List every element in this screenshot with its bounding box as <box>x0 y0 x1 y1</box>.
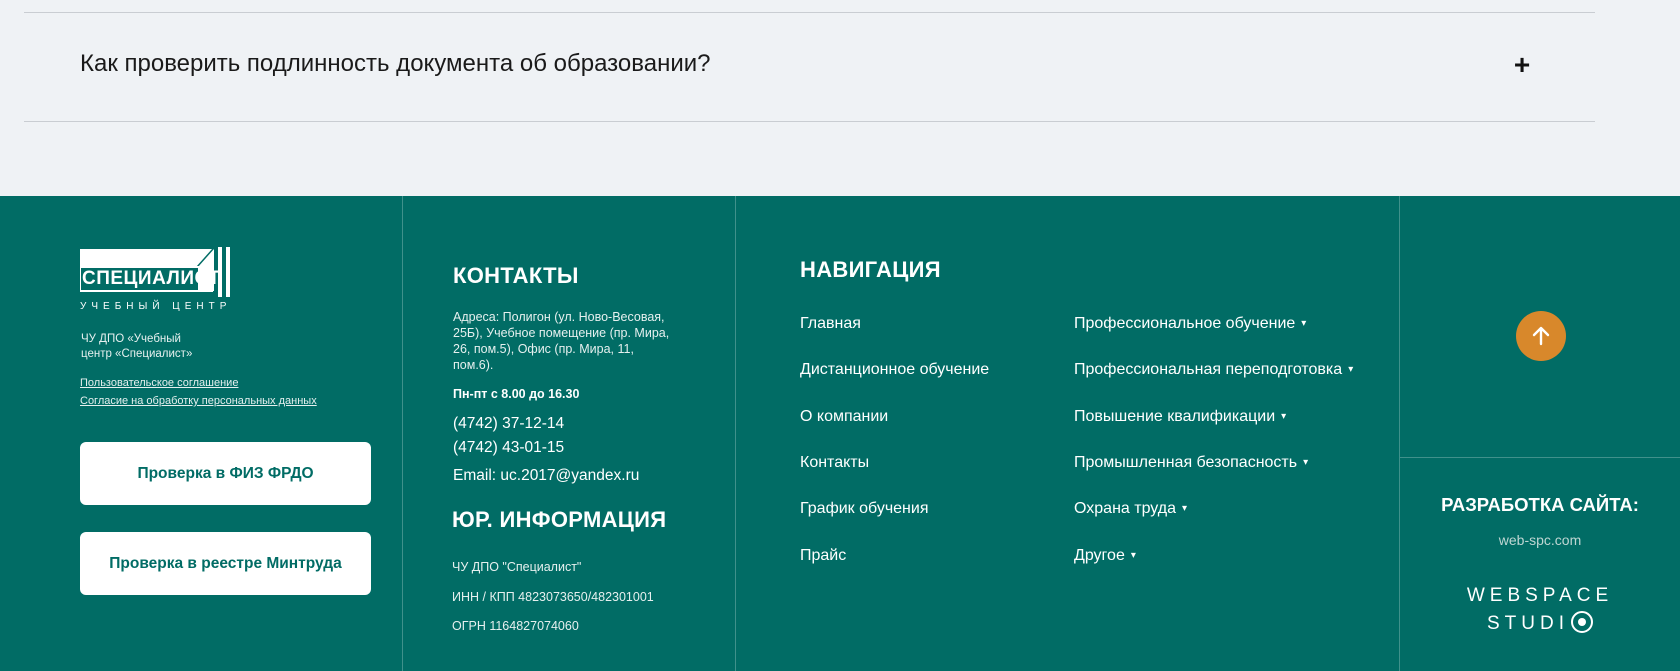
nav-item-contacts[interactable]: Контакты <box>800 454 869 472</box>
nav-item-label: Профессиональное обучение <box>1074 315 1296 332</box>
faq-question[interactable]: Как проверить подлинность документа об о… <box>80 50 710 78</box>
privacy-consent-link[interactable]: Согласие на обработку персональных данны… <box>80 395 317 407</box>
arrow-up-icon <box>1532 326 1550 346</box>
email-link[interactable]: uc.2017@yandex.ru <box>500 467 639 484</box>
logo[interactable]: СПЕЦИАЛИСТ УЧЕБНЫЙ ЦЕНТР <box>80 247 230 313</box>
nav-item-professional-training[interactable]: Профессиональное обучение ▾ <box>1074 315 1306 333</box>
legal-title: ЮР. ИНФОРМАЦИЯ <box>452 507 667 532</box>
legal-ogrn: ОГРН 1164827074060 <box>452 619 579 633</box>
org-name: ЧУ ДПО «Учебный центр «Специалист» <box>81 332 221 362</box>
chevron-down-icon: ▾ <box>1281 411 1287 422</box>
frdo-check-button[interactable]: Проверка в ФИЗ ФРДО <box>80 442 371 505</box>
legal-inn: ИНН / КПП 4823073650/482301001 <box>452 590 654 604</box>
row-divider <box>1400 457 1680 458</box>
logo-subtitle: УЧЕБНЫЙ ЦЕНТР <box>80 301 232 312</box>
nav-item-qualification[interactable]: Повышение квалификации ▾ <box>1074 408 1286 426</box>
chevron-down-icon: ▾ <box>1130 550 1136 561</box>
navigation-title: НАВИГАЦИЯ <box>800 257 941 282</box>
nav-item-schedule[interactable]: График обучения <box>800 500 929 518</box>
divider <box>24 12 1595 13</box>
studio-logo-line: WEBSPACE <box>1466 585 1614 606</box>
chevron-down-icon: ▾ <box>1301 318 1307 329</box>
planet-icon <box>1571 611 1593 633</box>
contacts-title: КОНТАКТЫ <box>453 263 579 288</box>
nav-item-label: Другое <box>1074 547 1125 564</box>
work-hours: Пн-пт с 8.00 до 16.30 <box>453 387 580 401</box>
nav-item-home[interactable]: Главная <box>800 315 861 333</box>
faq-section: Как проверить подлинность документа об о… <box>0 0 1680 196</box>
email-label: Email: <box>453 467 497 484</box>
chevron-down-icon: ▾ <box>1303 457 1309 468</box>
nav-item-label: Профессиональная переподготовка <box>1074 361 1343 378</box>
nav-item-industrial-safety[interactable]: Промышленная безопасность ▾ <box>1074 454 1308 472</box>
email-line: Email: uc.2017@yandex.ru <box>453 467 639 485</box>
mintrud-check-button[interactable]: Проверка в реестре Минтруда <box>80 532 371 595</box>
nav-item-distance[interactable]: Дистанционное обучение <box>800 361 989 379</box>
user-agreement-link[interactable]: Пользовательское соглашение <box>80 377 238 389</box>
footer: СПЕЦИАЛИСТ УЧЕБНЫЙ ЦЕНТР ЧУ ДПО «Учебный… <box>0 196 1680 671</box>
nav-item-label: Охрана труда <box>1074 500 1176 517</box>
nav-item-label: Повышение квалификации <box>1074 408 1276 425</box>
developer-title: РАЗРАБОТКА САЙТА: <box>1441 494 1639 515</box>
divider <box>24 121 1595 122</box>
nav-item-label: Промышленная безопасность <box>1074 454 1298 471</box>
nav-item-labor-safety[interactable]: Охрана труда ▾ <box>1074 500 1187 518</box>
phone-link[interactable]: (4742) 37-12-14 <box>453 415 564 433</box>
nav-item-price[interactable]: Прайс <box>800 547 846 565</box>
phone-link[interactable]: (4742) 43-01-15 <box>453 439 564 457</box>
nav-item-about[interactable]: О компании <box>800 408 888 426</box>
developer-link[interactable]: web-spc.com <box>1400 532 1680 548</box>
nav-item-retraining[interactable]: Профессиональная переподготовка ▾ <box>1074 361 1353 379</box>
studio-logo[interactable]: WEBSPACE STUDI <box>1400 582 1680 638</box>
nav-item-other[interactable]: Другое ▾ <box>1074 547 1136 565</box>
address: Адреса: Полигон (ул. Ново-Весовая, 25Б),… <box>453 310 670 372</box>
column-divider <box>735 196 736 671</box>
plus-icon[interactable]: + <box>1510 51 1534 79</box>
column-divider <box>402 196 403 671</box>
org-name-line: ЧУ ДПО «Учебный <box>81 333 181 345</box>
logo-text: СПЕЦИАЛИСТ <box>82 268 221 289</box>
chevron-down-icon: ▾ <box>1182 503 1188 514</box>
chevron-down-icon: ▾ <box>1348 364 1354 375</box>
org-name-line: центр «Специалист» <box>81 348 193 360</box>
legal-name: ЧУ ДПО "Специалист" <box>452 560 582 574</box>
studio-logo-line: STUDI <box>1487 613 1569 634</box>
scroll-to-top-button[interactable] <box>1516 311 1566 361</box>
